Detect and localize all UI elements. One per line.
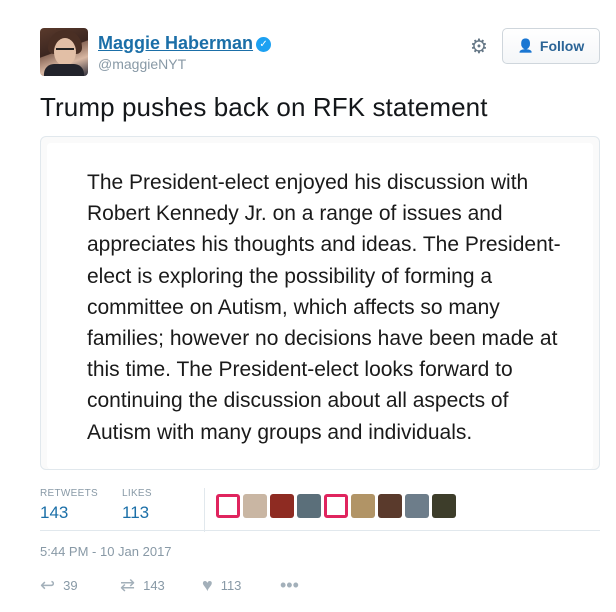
reply-action[interactable]: ↩ 39 (40, 574, 78, 596)
avatar-face (54, 38, 76, 66)
liker-avatar[interactable] (243, 494, 267, 518)
retweets-label: RETWEETS (40, 488, 98, 499)
liker-avatar[interactable] (405, 494, 429, 518)
stats-divider (204, 488, 205, 532)
liker-avatar[interactable] (351, 494, 375, 518)
like-count: 113 (220, 577, 242, 593)
author-name-block: Maggie Haberman ✓ @maggieNYT (98, 33, 272, 72)
gear-icon[interactable]: ⚙ (468, 36, 490, 58)
avatar-glasses (56, 48, 74, 52)
reply-icon: ↩ (40, 575, 56, 595)
statement-text: The President-elect enjoyed his discussi… (87, 171, 561, 444)
likes-label: LIKES (122, 488, 152, 499)
heart-icon: ♥ (202, 575, 213, 595)
liker-avatar[interactable] (378, 494, 402, 518)
likes-value: 113 (122, 503, 150, 522)
statement-card: The President-elect enjoyed his discussi… (47, 143, 593, 469)
liker-avatar[interactable] (270, 494, 294, 518)
follow-button-label: Follow (539, 38, 585, 54)
stats-separator (40, 530, 600, 531)
likes-stat[interactable]: LIKES 113 (122, 488, 152, 523)
more-icon: ••• (280, 575, 299, 595)
tweet-timestamp[interactable]: 5:44 PM - 10 Jan 2017 (40, 544, 172, 559)
liker-avatar[interactable] (432, 494, 456, 518)
author-handle[interactable]: @maggieNYT (98, 56, 271, 72)
author-avatar[interactable] (40, 28, 88, 76)
liker-avatar[interactable] (216, 494, 240, 518)
retweets-stat[interactable]: RETWEETS 143 (40, 488, 98, 523)
avatar-body (44, 64, 84, 76)
liker-avatar[interactable] (297, 494, 321, 518)
retweets-value: 143 (40, 503, 69, 522)
reply-count: 39 (63, 577, 78, 593)
statement-image[interactable]: The President-elect enjoyed his discussi… (40, 136, 600, 470)
author-display-name[interactable]: Maggie Haberman (98, 33, 253, 54)
retweet-icon: ⇄ (120, 575, 136, 595)
follow-button[interactable]: 👤 Follow (502, 28, 600, 64)
tweet-header: Maggie Haberman ✓ @maggieNYT ⚙ 👤 Follow (40, 28, 600, 78)
add-person-icon: 👤 (517, 38, 534, 53)
tweet-text: Trump pushes back on RFK statement (40, 92, 488, 122)
more-action[interactable]: ••• (280, 574, 299, 596)
liker-avatar[interactable] (324, 494, 348, 518)
retweet-action[interactable]: ⇄ 143 (120, 574, 165, 596)
like-action[interactable]: ♥ 113 (202, 574, 241, 596)
likers-avatars (216, 494, 456, 518)
verified-badge-icon: ✓ (256, 37, 272, 52)
retweet-count: 143 (143, 577, 165, 593)
